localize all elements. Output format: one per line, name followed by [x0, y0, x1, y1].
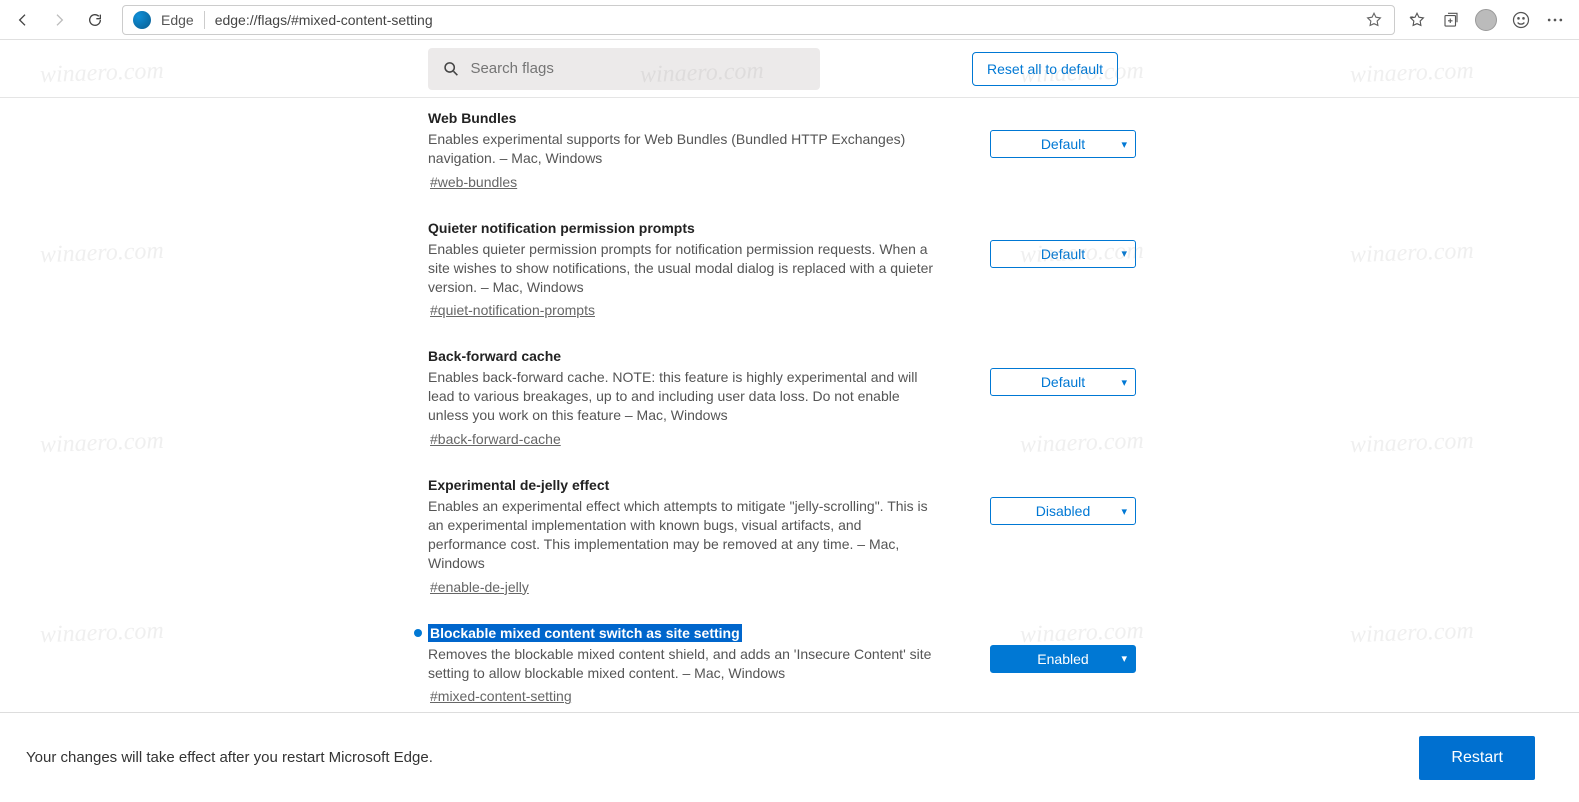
flag-text: Quieter notification permission prompts E…: [428, 220, 948, 319]
restart-bar: Your changes will take effect after you …: [0, 712, 1579, 802]
chevron-down-icon: ▾: [1121, 652, 1127, 665]
chevron-down-icon: ▾: [1121, 247, 1127, 260]
flag-title: Experimental de-jelly effect: [428, 477, 609, 493]
flag-description: Enables quieter permission prompts for n…: [428, 240, 938, 297]
divider: [204, 11, 205, 29]
more-icon[interactable]: [1545, 10, 1565, 30]
favorites-icon[interactable]: [1407, 10, 1427, 30]
flag-description: Enables back-forward cache. NOTE: this f…: [428, 368, 938, 425]
flag-row: Experimental de-jelly effect Enables an e…: [414, 465, 1136, 613]
restart-message: Your changes will take effect after you …: [26, 749, 433, 766]
flag-description: Enables an experimental effect which att…: [428, 497, 938, 573]
flag-anchor-link[interactable]: #quiet-notification-prompts: [428, 302, 595, 318]
back-button[interactable]: [8, 5, 38, 35]
search-flags-box[interactable]: [428, 48, 820, 90]
chevron-down-icon: ▾: [1121, 138, 1127, 151]
flag-title: Web Bundles: [428, 110, 516, 126]
flag-state-select[interactable]: Default ▾: [990, 368, 1136, 396]
flag-anchor-link[interactable]: #web-bundles: [428, 174, 517, 190]
flag-text: Web Bundles Enables experimental supports…: [428, 110, 948, 190]
flag-text: Experimental de-jelly effect Enables an e…: [428, 477, 948, 595]
edge-logo-icon: [133, 11, 151, 29]
flag-anchor-link[interactable]: #mixed-content-setting: [428, 688, 572, 704]
search-icon: [442, 59, 460, 79]
flag-state-value: Default: [1041, 374, 1085, 390]
flag-select-wrap: Default ▾: [990, 110, 1136, 158]
flag-description: Removes the blockable mixed content shie…: [428, 645, 938, 683]
flag-row: Web Bundles Enables experimental supports…: [414, 98, 1136, 208]
browser-chrome: Edge edge://flags/#mixed-content-setting: [0, 0, 1579, 40]
search-input[interactable]: [470, 60, 806, 77]
star-outline-icon[interactable]: [1364, 10, 1384, 30]
flag-title: Back-forward cache: [428, 348, 561, 364]
flag-title: Quieter notification permission prompts: [428, 220, 695, 236]
flag-row: Blockable mixed content switch as site s…: [414, 613, 1136, 712]
flag-select-wrap: Enabled ▾: [990, 625, 1136, 673]
refresh-button[interactable]: [80, 5, 110, 35]
restart-button[interactable]: Restart: [1419, 736, 1535, 780]
flag-row: Back-forward cache Enables back-forward c…: [414, 336, 1136, 465]
flag-text: Back-forward cache Enables back-forward c…: [428, 348, 948, 447]
flag-row: Quieter notification permission prompts E…: [414, 208, 1136, 337]
app-label: Edge: [161, 12, 194, 28]
flag-state-select[interactable]: Disabled ▾: [990, 497, 1136, 525]
reset-all-button[interactable]: Reset all to default: [972, 52, 1118, 86]
flag-state-value: Disabled: [1036, 503, 1090, 519]
flag-select-wrap: Disabled ▾: [990, 477, 1136, 525]
flag-state-value: Default: [1041, 136, 1085, 152]
profile-avatar[interactable]: [1475, 9, 1497, 31]
flags-toolbar: Reset all to default: [0, 40, 1579, 98]
flag-select-wrap: Default ▾: [990, 348, 1136, 396]
flag-title: Blockable mixed content switch as site s…: [428, 624, 742, 642]
flag-state-value: Default: [1041, 246, 1085, 262]
flag-anchor-link[interactable]: #back-forward-cache: [428, 431, 561, 447]
url-text: edge://flags/#mixed-content-setting: [215, 12, 433, 28]
flag-select-wrap: Default ▾: [990, 220, 1136, 268]
flag-state-select[interactable]: Default ▾: [990, 240, 1136, 268]
forward-button[interactable]: [44, 5, 74, 35]
flag-text: Blockable mixed content switch as site s…: [428, 625, 948, 705]
chevron-down-icon: ▾: [1121, 505, 1127, 518]
flags-list: Web Bundles Enables experimental supports…: [0, 98, 1579, 712]
flag-anchor-link[interactable]: #enable-de-jelly: [428, 579, 529, 595]
chrome-right-icons: [1407, 9, 1571, 31]
flag-description: Enables experimental supports for Web Bu…: [428, 130, 938, 168]
modified-indicator-icon: [414, 629, 422, 637]
collections-icon[interactable]: [1441, 10, 1461, 30]
address-bar[interactable]: Edge edge://flags/#mixed-content-setting: [122, 5, 1395, 35]
flag-state-value: Enabled: [1037, 651, 1088, 667]
smiley-icon[interactable]: [1511, 10, 1531, 30]
chevron-down-icon: ▾: [1121, 376, 1127, 389]
flag-state-select[interactable]: Enabled ▾: [990, 645, 1136, 673]
flag-state-select[interactable]: Default ▾: [990, 130, 1136, 158]
